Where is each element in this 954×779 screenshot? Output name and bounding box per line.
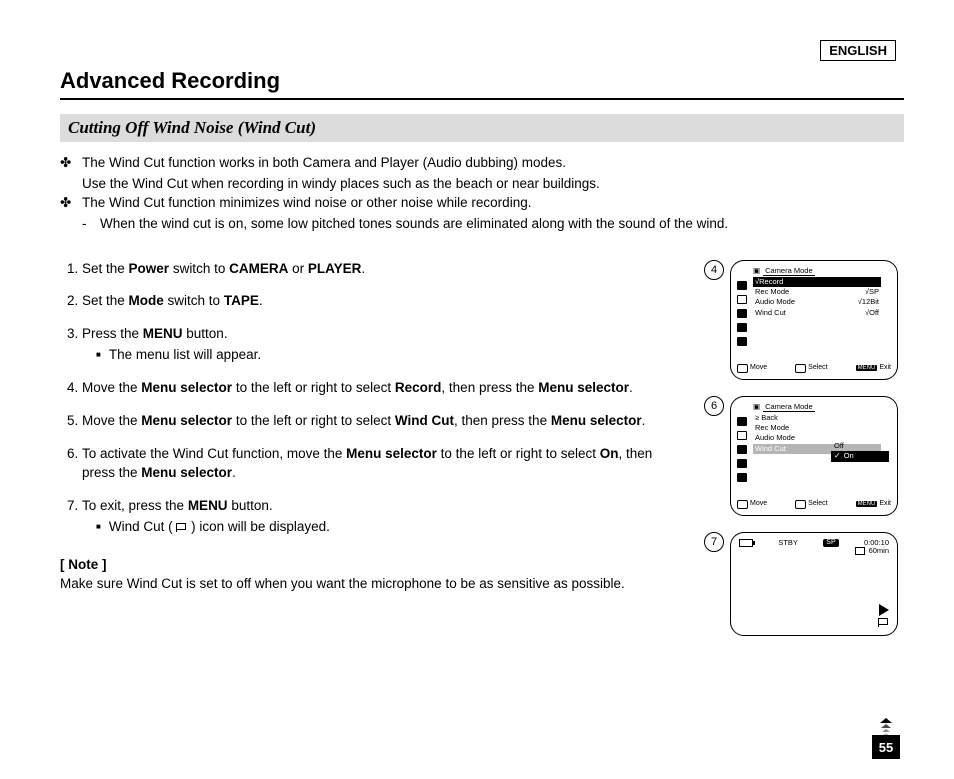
figure-number: 7 — [704, 532, 724, 552]
screen-figure-7: STBY SP 0:00:10 60min — [730, 532, 898, 636]
steps-column: Set the Power switch to CAMERA or PLAYER… — [60, 260, 704, 652]
menu-value: √12Bit — [858, 298, 879, 306]
footer-label: Select — [808, 500, 827, 508]
menu-badge-icon: MENU — [856, 501, 878, 508]
option-on: ✓On — [831, 451, 889, 462]
step-2: Set the Mode switch to TAPE. — [82, 292, 686, 311]
screen-mode-title: Camera Mode — [763, 267, 815, 276]
menu-item: Wind Cut — [755, 309, 865, 317]
figure-number: 6 — [704, 396, 724, 416]
step-3-sub: The menu list will appear. — [96, 346, 686, 365]
step-7-sub: Wind Cut ( ) icon will be displayed. — [96, 518, 686, 537]
screen-figure-6: ▣Camera Mode ≥ Back Rec Mode Audio Mode … — [730, 396, 898, 516]
screen-mode-title: Camera Mode — [763, 403, 815, 412]
menu-item: Rec Mode — [755, 288, 865, 296]
footer-label: Move — [750, 500, 767, 508]
step-1: Set the Power switch to CAMERA or PLAYER… — [82, 260, 686, 279]
camera-icon: ▣ — [753, 403, 760, 411]
step-7: To exit, press the MENU button. Wind Cut… — [82, 497, 686, 537]
page-number: 55 — [872, 735, 900, 759]
windcut-flag-icon — [878, 618, 889, 627]
select-icon — [795, 500, 806, 509]
step-3: Press the MENU button. The menu list wil… — [82, 325, 686, 365]
footer-label: Exit — [879, 364, 891, 372]
intro-text: Use the Wind Cut when recording in windy… — [60, 175, 904, 194]
footer-label: Select — [808, 364, 827, 372]
menu-badge-icon: MENU — [856, 365, 878, 372]
figures-column: 4 ▣Camera Mode √Record Rec Mode√SP Audio… — [704, 260, 904, 652]
page-title: Advanced Recording — [60, 68, 904, 100]
menu-value: √SP — [865, 288, 879, 296]
menu-value: √Off — [865, 309, 879, 317]
option-off: Off — [831, 441, 889, 451]
footer-label: Exit — [879, 500, 891, 508]
windcut-flag-icon — [176, 523, 187, 532]
section-heading: Cutting Off Wind Noise (Wind Cut) — [60, 114, 904, 142]
play-triangle-icon — [879, 604, 889, 616]
stby-label: STBY — [778, 539, 798, 547]
screen-figure-4: ▣Camera Mode √Record Rec Mode√SP Audio M… — [730, 260, 898, 380]
step-6: To activate the Wind Cut function, move … — [82, 445, 686, 483]
note-body: Make sure Wind Cut is set to off when yo… — [60, 575, 686, 594]
menu-category-icons — [737, 281, 747, 346]
move-icon — [737, 364, 748, 373]
check-icon: ✓ — [834, 452, 841, 461]
menu-item: ≥ Back — [755, 414, 879, 422]
intro-text: The Wind Cut function works in both Came… — [82, 154, 566, 173]
camera-icon: ▣ — [753, 267, 760, 275]
step-5: Move the Menu selector to the left or ri… — [82, 412, 686, 431]
select-icon — [795, 364, 806, 373]
figure-number: 4 — [704, 260, 724, 280]
footer-label: Move — [750, 364, 767, 372]
language-badge: ENGLISH — [820, 40, 896, 61]
remain-label: 60min — [869, 547, 889, 555]
page-decoration-arrows — [872, 718, 900, 735]
intro-text: The Wind Cut function minimizes wind noi… — [82, 194, 531, 213]
menu-item: Audio Mode — [755, 298, 858, 306]
sp-badge: SP — [823, 539, 838, 547]
menu-item: √Record — [755, 278, 879, 286]
intro-block: ✤The Wind Cut function works in both Cam… — [60, 154, 904, 234]
battery-icon — [739, 539, 753, 547]
menu-item: Rec Mode — [755, 424, 879, 432]
tape-icon — [855, 547, 865, 555]
move-icon — [737, 500, 748, 509]
note-heading: [ Note ] — [60, 556, 686, 575]
intro-text: When the wind cut is on, some low pitche… — [100, 215, 728, 234]
menu-category-icons — [737, 417, 747, 482]
step-4: Move the Menu selector to the left or ri… — [82, 379, 686, 398]
